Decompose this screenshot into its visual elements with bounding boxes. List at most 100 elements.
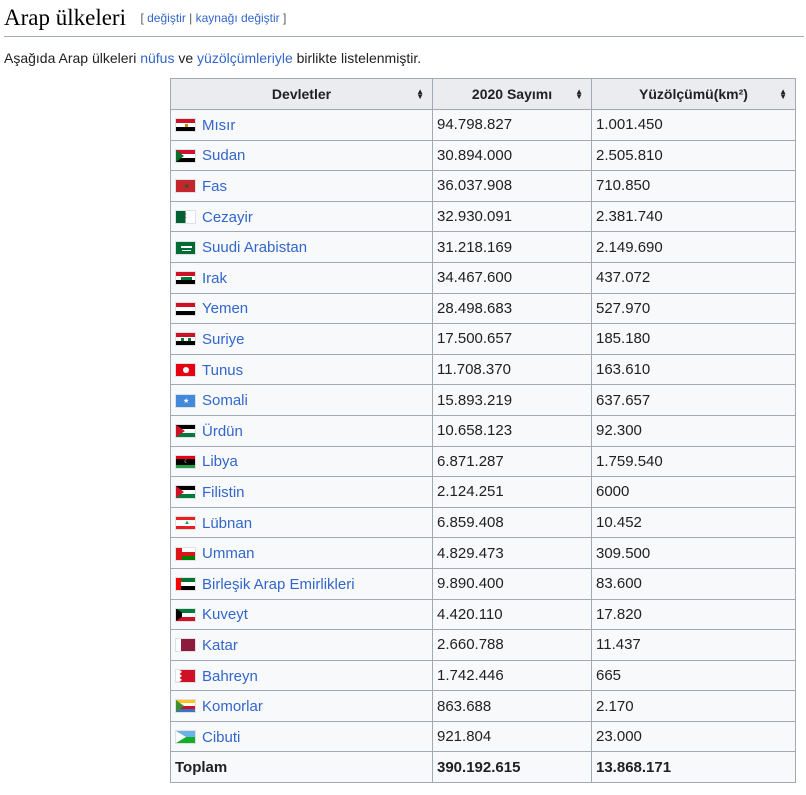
country-cell: ☾ Cezayir bbox=[170, 200, 433, 233]
population-cell: 4.420.110 bbox=[432, 598, 592, 631]
country-link[interactable]: Libya bbox=[202, 453, 238, 470]
country-cell: Yemen bbox=[170, 292, 433, 325]
population-link[interactable]: nüfus bbox=[140, 50, 174, 66]
country-cell: Sudan bbox=[170, 139, 433, 172]
country-cell: Komorlar bbox=[170, 690, 433, 722]
country-link[interactable]: Sudan bbox=[202, 147, 245, 164]
area-cell: 83.600 bbox=[591, 567, 796, 600]
total-area: 13.868.171 bbox=[591, 751, 796, 784]
country-link[interactable]: Filistin bbox=[202, 484, 245, 501]
area-cell: 309.500 bbox=[591, 537, 796, 569]
country-link[interactable]: Katar bbox=[202, 637, 238, 654]
edit-source-link[interactable]: kaynağı değiştir bbox=[196, 11, 280, 25]
bahrain-flag-icon bbox=[175, 667, 202, 683]
table-row: ☾ Cezayir 32.930.091 2.381.740 bbox=[170, 200, 796, 233]
saudi-flag-icon bbox=[175, 238, 202, 255]
area-cell: 2.170 bbox=[591, 690, 796, 722]
country-link[interactable]: Cibuti bbox=[202, 729, 240, 746]
country-link[interactable]: Lübnan bbox=[202, 514, 252, 531]
arab-countries-table: Devletler ▲ ▼ 2020 Sayımı ▲ ▼ Yüzölçümü(km²)… bbox=[170, 78, 796, 784]
country-link[interactable]: Somali bbox=[202, 392, 248, 409]
jordan-flag-icon bbox=[175, 422, 202, 439]
header-census[interactable]: 2020 Sayımı ▲ ▼ bbox=[432, 78, 592, 110]
country-link[interactable]: Suudi Arabistan bbox=[202, 239, 307, 256]
country-link[interactable]: Umman bbox=[202, 545, 255, 562]
population-cell: 6.871.287 bbox=[432, 445, 592, 478]
edit-link[interactable]: değiştir bbox=[147, 11, 186, 25]
area-cell: 185.180 bbox=[591, 323, 796, 355]
country-cell: Kuveyt bbox=[170, 598, 433, 631]
total-row: Toplam 390.192.615 13.868.171 bbox=[170, 751, 796, 784]
country-cell: Tunus bbox=[170, 353, 433, 386]
section-title: Arap ülkeleri bbox=[4, 5, 126, 30]
table-row: ★ Fas 36.037.908 710.850 bbox=[170, 170, 796, 202]
area-cell: 23.000 bbox=[591, 720, 796, 753]
area-link[interactable]: yüzölçümleriyle bbox=[197, 50, 293, 66]
area-cell: 17.820 bbox=[591, 598, 796, 631]
header-countries[interactable]: Devletler ▲ ▼ bbox=[170, 78, 433, 110]
country-cell: Suudi Arabistan bbox=[170, 231, 433, 263]
area-cell: 437.072 bbox=[591, 261, 796, 294]
oman-flag-icon bbox=[175, 544, 202, 561]
somalia-flag-icon: ★ bbox=[175, 391, 202, 408]
country-link[interactable]: Komorlar bbox=[202, 698, 263, 715]
country-link[interactable]: Fas bbox=[202, 178, 227, 195]
country-link[interactable]: Yemen bbox=[202, 300, 248, 317]
table-row: Tunus 11.708.370 163.610 bbox=[170, 353, 796, 386]
section-heading: Arap ülkeleri [ değiştir | kaynağı değiş… bbox=[4, 4, 804, 37]
sort-icon: ▲ ▼ bbox=[779, 87, 787, 101]
comoros-flag-icon bbox=[175, 697, 202, 714]
country-cell: Ürdün bbox=[170, 414, 433, 447]
table-row: ★ Somali 15.893.219 637.657 bbox=[170, 384, 796, 416]
qatar-flag-icon bbox=[175, 636, 202, 653]
table-row: Filistin 2.124.251 6000 bbox=[170, 476, 796, 508]
country-link[interactable]: Kuveyt bbox=[202, 606, 248, 623]
population-cell: 32.930.091 bbox=[432, 200, 592, 233]
population-cell: 1.742.446 bbox=[432, 659, 592, 692]
population-cell: 30.894.000 bbox=[432, 139, 592, 172]
country-link[interactable]: Bahreyn bbox=[202, 667, 258, 684]
table-header-row: Devletler ▲ ▼ 2020 Sayımı ▲ ▼ Yüzölçümü(km²)… bbox=[170, 78, 796, 110]
population-cell: 36.037.908 bbox=[432, 170, 592, 202]
area-cell: 1.001.450 bbox=[591, 109, 796, 141]
palestine-flag-icon bbox=[175, 483, 202, 500]
country-cell: ★ Somali bbox=[170, 384, 433, 416]
table-row: Sudan 30.894.000 2.505.810 bbox=[170, 139, 796, 172]
country-cell: Umman bbox=[170, 537, 433, 569]
area-cell: 10.452 bbox=[591, 506, 796, 539]
table-row: Ürdün 10.658.123 92.300 bbox=[170, 414, 796, 447]
total-label: Toplam bbox=[170, 751, 433, 784]
table-row: Cibuti 921.804 23.000 bbox=[170, 720, 796, 753]
country-link[interactable]: Cezayir bbox=[202, 208, 253, 225]
table-row: Komorlar 863.688 2.170 bbox=[170, 690, 796, 722]
edit-section-links: [ değiştir | kaynağı değiştir ] bbox=[140, 11, 287, 25]
country-cell: Cibuti bbox=[170, 720, 433, 753]
area-cell: 1.759.540 bbox=[591, 445, 796, 478]
sudan-flag-icon bbox=[175, 146, 202, 163]
country-link[interactable]: Birleşik Arap Emirlikleri bbox=[202, 576, 355, 593]
area-cell: 92.300 bbox=[591, 414, 796, 447]
table-row: ☾ Libya 6.871.287 1.759.540 bbox=[170, 445, 796, 478]
country-cell: Katar bbox=[170, 629, 433, 661]
population-cell: 9.890.400 bbox=[432, 567, 592, 600]
country-cell: Mısır bbox=[170, 109, 433, 141]
syria-flag-icon bbox=[175, 330, 202, 347]
country-link[interactable]: Irak bbox=[202, 270, 227, 287]
table-row: Bahreyn 1.742.446 665 bbox=[170, 659, 796, 692]
area-cell: 11.437 bbox=[591, 629, 796, 661]
country-link[interactable]: Tunus bbox=[202, 361, 243, 378]
total-population: 390.192.615 bbox=[432, 751, 592, 784]
population-cell: 863.688 bbox=[432, 690, 592, 722]
population-cell: 28.498.683 bbox=[432, 292, 592, 325]
area-cell: 710.850 bbox=[591, 170, 796, 202]
header-area[interactable]: Yüzölçümü(km²) ▲ ▼ bbox=[591, 78, 796, 110]
country-link[interactable]: Mısır bbox=[202, 117, 235, 134]
country-link[interactable]: Ürdün bbox=[202, 423, 243, 440]
table-row: ▲ Lübnan 6.859.408 10.452 bbox=[170, 506, 796, 539]
egypt-flag-icon bbox=[175, 116, 202, 133]
lebanon-flag-icon: ▲ bbox=[175, 514, 202, 530]
population-cell: 94.798.827 bbox=[432, 109, 592, 141]
country-link[interactable]: Suriye bbox=[202, 331, 245, 348]
libya-flag-icon: ☾ bbox=[175, 452, 202, 469]
country-cell: Bahreyn bbox=[170, 659, 433, 692]
